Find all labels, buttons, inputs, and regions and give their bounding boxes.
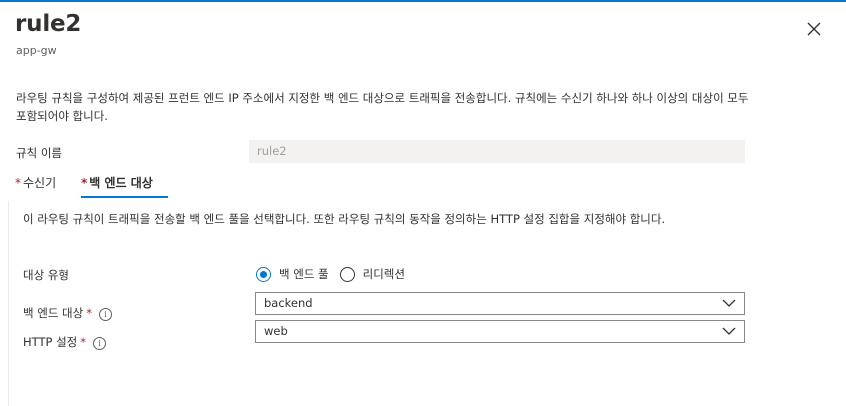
chevron-down-icon xyxy=(722,299,736,307)
close-button[interactable] xyxy=(800,15,828,43)
http-settings-label: HTTP 설정 * i xyxy=(23,334,106,350)
radio-label: 리디렉션 xyxy=(362,267,405,281)
info-icon[interactable]: i xyxy=(98,308,112,321)
tab-label: 수신기 xyxy=(23,176,57,190)
required-mark: * xyxy=(86,306,92,320)
rule-panel: rule2 app-gw 라우팅 규칙을 구성하여 제공된 프런트 엔드 IP … xyxy=(0,0,846,406)
panel-title: rule2 xyxy=(15,11,82,37)
chevron-down-icon xyxy=(722,327,736,335)
panel-description: 라우팅 규칙을 구성하여 제공된 프런트 엔드 IP 주소에서 지정한 백 엔드… xyxy=(16,91,749,123)
backend-target-dropdown[interactable]: backend xyxy=(255,292,745,315)
backend-tab-description: 이 라우팅 규칙이 트래픽을 전송할 백 엔드 풀을 선택합니다. 또한 라우팅… xyxy=(23,212,666,226)
radio-backend-pool[interactable]: 백 엔드 풀 xyxy=(256,266,329,282)
required-mark: * xyxy=(15,176,21,190)
target-type-radio-group: 백 엔드 풀 리디렉션 xyxy=(256,264,416,284)
info-icon[interactable]: i xyxy=(93,337,106,350)
http-settings-dropdown[interactable]: web xyxy=(255,320,745,343)
radio-checked-indicator xyxy=(256,266,271,282)
field-label-text: HTTP 설정 xyxy=(23,335,78,349)
radio-unchecked-indicator xyxy=(339,266,355,282)
selected-tab-indicator xyxy=(81,196,168,198)
field-label-text: 백 엔드 대상 xyxy=(23,306,84,320)
required-mark: * xyxy=(80,335,86,349)
tab-label: 백 엔드 대상 xyxy=(89,176,153,190)
rule-name-field: rule2 xyxy=(249,140,745,163)
tab-backend-target[interactable]: * 백 엔드 대상 xyxy=(81,174,153,191)
target-type-label: 대상 유형 xyxy=(23,268,69,282)
radio-redirection[interactable]: 리디렉션 xyxy=(339,266,405,282)
radio-label: 백 엔드 풀 xyxy=(279,267,329,281)
required-mark: * xyxy=(81,176,88,190)
tab-listener[interactable]: * 수신기 xyxy=(15,174,56,191)
panel-subtitle: app-gw xyxy=(16,44,57,57)
dropdown-value: backend xyxy=(264,296,313,310)
dropdown-value: web xyxy=(264,324,288,338)
close-icon xyxy=(807,22,821,36)
rule-name-label: 규칙 이름 xyxy=(16,146,62,160)
backend-target-label: 백 엔드 대상 * i xyxy=(23,305,112,321)
